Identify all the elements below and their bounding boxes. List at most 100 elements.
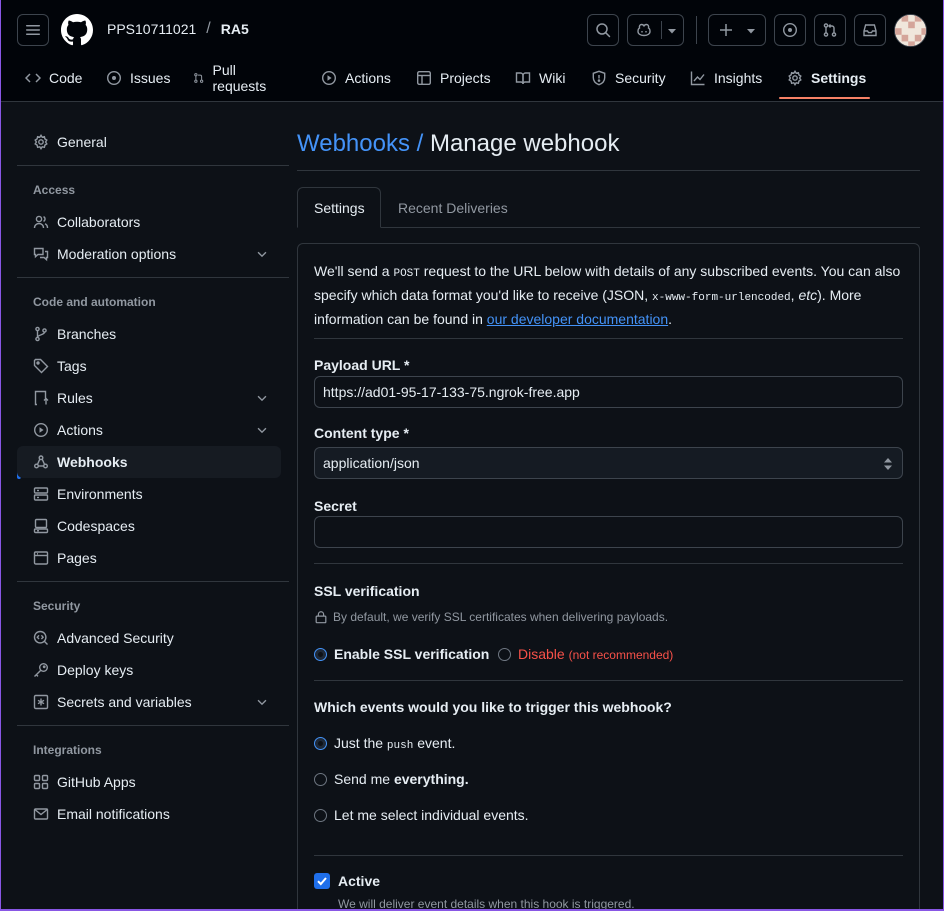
create-new-button[interactable]	[708, 14, 766, 46]
sidebar-item-label: Email notifications	[57, 806, 170, 822]
ssl-enable-radio[interactable]	[314, 647, 327, 661]
events-individual-option[interactable]: Let me select individual events.	[314, 807, 529, 823]
tab-pull-requests[interactable]: Pull requests	[193, 62, 271, 102]
sidebar-item-label: Tags	[57, 358, 87, 374]
table-icon	[417, 71, 432, 86]
sidebar-item-advanced-security[interactable]: Advanced Security	[17, 622, 281, 654]
key-icon	[34, 663, 48, 677]
menu-button[interactable]	[17, 14, 49, 46]
ssl-disable-radio[interactable]	[498, 647, 511, 661]
sidebar-item-label: Advanced Security	[57, 630, 174, 646]
sidebar-item-label: Webhooks	[57, 454, 128, 470]
events-just-push-option[interactable]: Just the push event.	[314, 735, 455, 752]
tab-label: Security	[615, 70, 666, 86]
tab-label: Wiki	[539, 70, 566, 86]
content-type-label: Content type *	[314, 425, 409, 441]
events-everything-radio[interactable]	[314, 772, 327, 786]
repo-owner-link[interactable]: PPS10711021	[107, 21, 196, 37]
breadcrumb: PPS10711021 / RA5	[107, 20, 249, 38]
tag-icon	[33, 358, 49, 374]
content-type-select[interactable]: application/json	[314, 447, 903, 479]
events-individual-label: Let me select individual events.	[334, 807, 529, 823]
sidebar-item-tags[interactable]: Tags	[17, 350, 281, 382]
page-title-text: Manage webhook	[429, 130, 620, 157]
tab-recent-deliveries[interactable]: Recent Deliveries	[382, 187, 524, 228]
ssl-disable-option[interactable]: Disable (not recommended)	[498, 646, 673, 662]
events-just-push-radio[interactable]	[314, 737, 327, 750]
gear-icon	[788, 70, 802, 86]
active-checkbox[interactable]	[314, 873, 330, 889]
tab-label: Pull requests	[212, 62, 267, 94]
intro-text-part: .	[668, 311, 673, 327]
tab-code[interactable]: Code	[25, 62, 82, 102]
inbox-button[interactable]	[854, 14, 886, 46]
events-everything-option[interactable]: Send me everything.	[314, 771, 469, 787]
sidebar-heading-access: Access	[33, 183, 76, 197]
issues-button[interactable]	[774, 14, 806, 46]
gear-icon	[34, 134, 48, 150]
pull-request-icon	[823, 23, 837, 37]
sidebar-item-collaborators[interactable]: Collaborators	[17, 206, 281, 238]
codescan-icon	[33, 630, 48, 645]
sidebar-divider	[17, 165, 289, 166]
events-everything-bold: everything.	[393, 771, 469, 787]
sidebar-item-environments[interactable]: Environments	[17, 478, 281, 510]
sidebar-item-label: Codespaces	[57, 518, 135, 534]
sidebar-item-label: Collaborators	[57, 214, 141, 230]
sidebar-item-secrets[interactable]: Secrets and variables	[17, 686, 281, 718]
sidebar-heading-code: Code and automation	[33, 295, 156, 309]
selected-tab-underline	[779, 97, 870, 99]
sidebar-item-moderation[interactable]: Moderation options	[17, 238, 281, 270]
sidebar-item-general[interactable]: General	[17, 126, 281, 158]
issue-icon	[106, 70, 122, 86]
sidebar-item-webhooks[interactable]: Webhooks	[17, 446, 281, 478]
tab-projects[interactable]: Projects	[416, 62, 491, 102]
tab-label: Issues	[130, 70, 171, 86]
sidebar-item-actions[interactable]: Actions	[17, 414, 281, 446]
sidebar-item-rules[interactable]: Rules	[17, 382, 281, 414]
sidebar-item-pages[interactable]: Pages	[17, 542, 281, 574]
github-logo-icon[interactable]	[61, 14, 93, 46]
tab-actions[interactable]: Actions	[321, 62, 391, 102]
ssl-disable-text: Disable	[518, 646, 565, 662]
search-icon	[596, 23, 611, 38]
server-icon	[33, 487, 49, 501]
tab-issues[interactable]: Issues	[106, 62, 170, 102]
search-button[interactable]	[587, 14, 619, 46]
tab-settings[interactable]: Settings	[787, 62, 866, 102]
sidebar-item-email-notifications[interactable]: Email notifications	[17, 798, 281, 830]
active-option[interactable]: Active	[314, 873, 380, 889]
sidebar-item-codespaces[interactable]: Codespaces	[17, 510, 281, 542]
pull-requests-button[interactable]	[814, 14, 846, 46]
events-individual-radio[interactable]	[314, 808, 327, 822]
sidebar-item-branches[interactable]: Branches	[17, 318, 281, 350]
global-header: PPS10711021 / RA5 Code Issues Pull reque…	[0, 0, 944, 102]
copilot-button[interactable]	[627, 14, 684, 46]
sidebar-divider	[17, 725, 289, 726]
tab-settings[interactable]: Settings	[297, 187, 381, 228]
ssl-enable-option[interactable]: Enable SSL verification	[314, 646, 489, 662]
repo-name-link[interactable]: RA5	[221, 21, 249, 37]
tab-security[interactable]: Security	[591, 62, 666, 102]
secret-input[interactable]	[314, 516, 903, 548]
webhooks-breadcrumb-link[interactable]: Webhooks /	[297, 130, 423, 157]
payload-url-value: https://ad01-95-17-133-75.ngrok-free.app	[323, 384, 580, 400]
events-just-text: Just the	[334, 735, 384, 751]
chevron-down-icon	[257, 395, 267, 402]
events-heading: Which events would you like to trigger t…	[314, 699, 672, 715]
sidebar-item-label: Moderation options	[57, 246, 177, 262]
sidebar-item-label: Pages	[57, 550, 97, 566]
sidebar-item-github-apps[interactable]: GitHub Apps	[17, 766, 281, 798]
tab-label: Code	[49, 70, 83, 86]
sidebar-item-deploy-keys[interactable]: Deploy keys	[17, 654, 281, 686]
breadcrumb-separator: /	[206, 20, 211, 37]
avatar[interactable]	[894, 14, 927, 47]
ssl-note-text: By default, we verify SSL certificates w…	[333, 610, 669, 624]
copilot-icon	[637, 23, 651, 37]
chevron-down-icon	[257, 251, 267, 258]
events-just-text: event.	[417, 735, 456, 751]
payload-url-input[interactable]: https://ad01-95-17-133-75.ngrok-free.app	[314, 376, 903, 408]
tab-insights[interactable]: Insights	[690, 62, 762, 102]
developer-docs-link[interactable]: our developer documentation	[487, 311, 668, 327]
tab-wiki[interactable]: Wiki	[515, 62, 565, 102]
